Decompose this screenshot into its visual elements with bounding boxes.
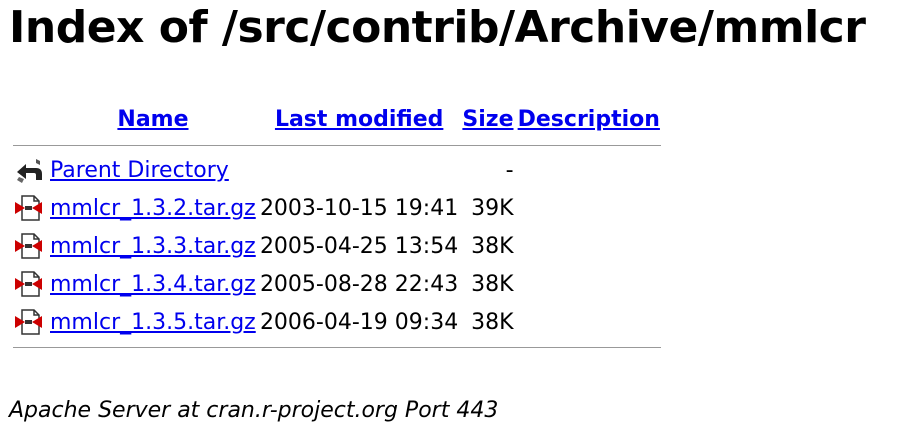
name-column-header: Name xyxy=(49,100,257,138)
file-size: 38K xyxy=(471,233,514,259)
file-link[interactable]: mmlcr_1.3.3.tar.gz xyxy=(50,234,256,259)
size-column-header: Size xyxy=(461,100,514,138)
page-title: Index of /src/contrib/Archive/mmlcr xyxy=(9,2,866,53)
top-divider-row xyxy=(13,140,661,150)
parent-directory-link[interactable]: Parent Directory xyxy=(50,158,229,183)
file-description xyxy=(517,266,661,302)
file-row: mmlcr_1.3.3.tar.gz 2005-04-25 13:54 38K xyxy=(13,228,661,264)
parent-last-modified xyxy=(259,152,459,188)
archive-icon xyxy=(13,304,47,340)
archive-icon xyxy=(13,266,47,302)
top-divider xyxy=(13,144,661,146)
parent-description xyxy=(517,152,661,188)
file-row: mmlcr_1.3.5.tar.gz 2006-04-19 09:34 38K xyxy=(13,304,661,340)
file-link[interactable]: mmlcr_1.3.4.tar.gz xyxy=(50,272,256,297)
file-row: mmlcr_1.3.4.tar.gz 2005-08-28 22:43 38K xyxy=(13,266,661,302)
file-last-modified: 2003-10-15 19:41 xyxy=(259,195,459,221)
bottom-divider xyxy=(13,346,661,348)
directory-listing: Name Last modified Size Description Pare… xyxy=(11,98,663,354)
file-description xyxy=(517,228,661,264)
file-name-cell: mmlcr_1.3.5.tar.gz xyxy=(49,304,257,340)
sort-by-description-link[interactable]: Description xyxy=(518,107,660,132)
back-icon xyxy=(13,152,47,188)
header-row: Name Last modified Size Description xyxy=(13,100,661,138)
last-modified-column-header: Last modified xyxy=(259,100,459,138)
file-size: 38K xyxy=(471,271,514,297)
bottom-divider-row xyxy=(13,342,661,352)
file-last-modified: 2005-04-25 13:54 xyxy=(259,233,459,259)
file-size: 39K xyxy=(471,195,514,221)
sort-by-last-modified-link[interactable]: Last modified xyxy=(275,107,443,132)
file-row: mmlcr_1.3.2.tar.gz 2003-10-15 19:41 39K xyxy=(13,190,661,226)
archive-icon xyxy=(13,190,47,226)
file-name-cell: mmlcr_1.3.3.tar.gz xyxy=(49,228,257,264)
server-signature: Apache Server at cran.r-project.org Port… xyxy=(9,398,499,423)
icon-column-header xyxy=(13,100,47,138)
file-name-cell: mmlcr_1.3.4.tar.gz xyxy=(49,266,257,302)
file-last-modified: 2005-08-28 22:43 xyxy=(259,271,459,297)
file-link[interactable]: mmlcr_1.3.2.tar.gz xyxy=(50,196,256,221)
file-description xyxy=(517,190,661,226)
file-link[interactable]: mmlcr_1.3.5.tar.gz xyxy=(50,310,256,335)
parent-directory-row: Parent Directory - xyxy=(13,152,661,188)
description-column-header: Description xyxy=(517,100,661,138)
file-description xyxy=(517,304,661,340)
parent-directory-cell: Parent Directory xyxy=(49,152,257,188)
sort-by-size-link[interactable]: Size xyxy=(462,107,513,132)
file-last-modified: 2006-04-19 09:34 xyxy=(259,309,459,335)
sort-by-name-link[interactable]: Name xyxy=(117,107,188,132)
archive-icon xyxy=(13,228,47,264)
file-size: 38K xyxy=(471,309,514,335)
file-name-cell: mmlcr_1.3.2.tar.gz xyxy=(49,190,257,226)
parent-size: - xyxy=(505,157,514,183)
